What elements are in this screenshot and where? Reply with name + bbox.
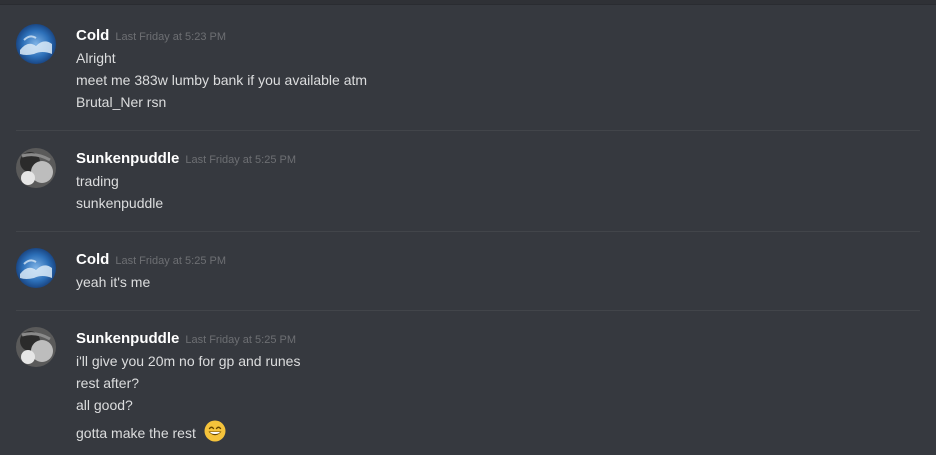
message-line: Brutal_Ner rsn bbox=[76, 94, 167, 110]
message-header: Cold Last Friday at 5:23 PM bbox=[76, 27, 226, 47]
message-line: Alright bbox=[76, 50, 116, 66]
message-header: Cold Last Friday at 5:25 PM bbox=[76, 251, 226, 271]
message-line: trading bbox=[76, 173, 119, 189]
message-divider bbox=[16, 231, 920, 232]
avatar[interactable] bbox=[16, 24, 56, 64]
username[interactable]: Sunkenpuddle bbox=[76, 150, 179, 167]
message-line: meet me 383w lumby bank if you available… bbox=[76, 72, 368, 88]
message-line: yeah it's me bbox=[76, 274, 151, 290]
avatar[interactable] bbox=[16, 148, 56, 188]
message-line: i'll give you 20m no for gp and runes bbox=[76, 353, 301, 369]
username[interactable]: Cold bbox=[76, 251, 109, 268]
timestamp[interactable]: Last Friday at 5:25 PM bbox=[185, 154, 296, 166]
message-header: Sunkenpuddle Last Friday at 5:25 PM bbox=[76, 330, 296, 350]
message-line-text: gotta make the rest bbox=[76, 425, 196, 442]
blue-cloud-avatar-icon bbox=[16, 24, 56, 64]
message-line: all good? bbox=[76, 397, 133, 413]
blue-cloud-avatar-icon bbox=[16, 248, 56, 288]
timestamp[interactable]: Last Friday at 5:25 PM bbox=[185, 334, 296, 346]
message-header: Sunkenpuddle Last Friday at 5:25 PM bbox=[76, 150, 296, 170]
grayscale-avatar-icon bbox=[16, 148, 56, 188]
channel-top-bar bbox=[0, 0, 936, 5]
timestamp[interactable]: Last Friday at 5:25 PM bbox=[115, 255, 226, 267]
message-line: sunkenpuddle bbox=[76, 195, 164, 211]
grinning-face-emoji-icon[interactable] bbox=[204, 420, 226, 445]
username[interactable]: Cold bbox=[76, 27, 109, 44]
message-line-with-emoji: gotta make the rest bbox=[76, 420, 226, 447]
message-line: rest after? bbox=[76, 375, 140, 391]
message-divider bbox=[16, 130, 920, 131]
avatar[interactable] bbox=[16, 248, 56, 288]
username[interactable]: Sunkenpuddle bbox=[76, 330, 179, 347]
avatar[interactable] bbox=[16, 327, 56, 367]
grayscale-avatar-icon bbox=[16, 327, 56, 367]
message-divider bbox=[16, 310, 920, 311]
timestamp[interactable]: Last Friday at 5:23 PM bbox=[115, 31, 226, 43]
